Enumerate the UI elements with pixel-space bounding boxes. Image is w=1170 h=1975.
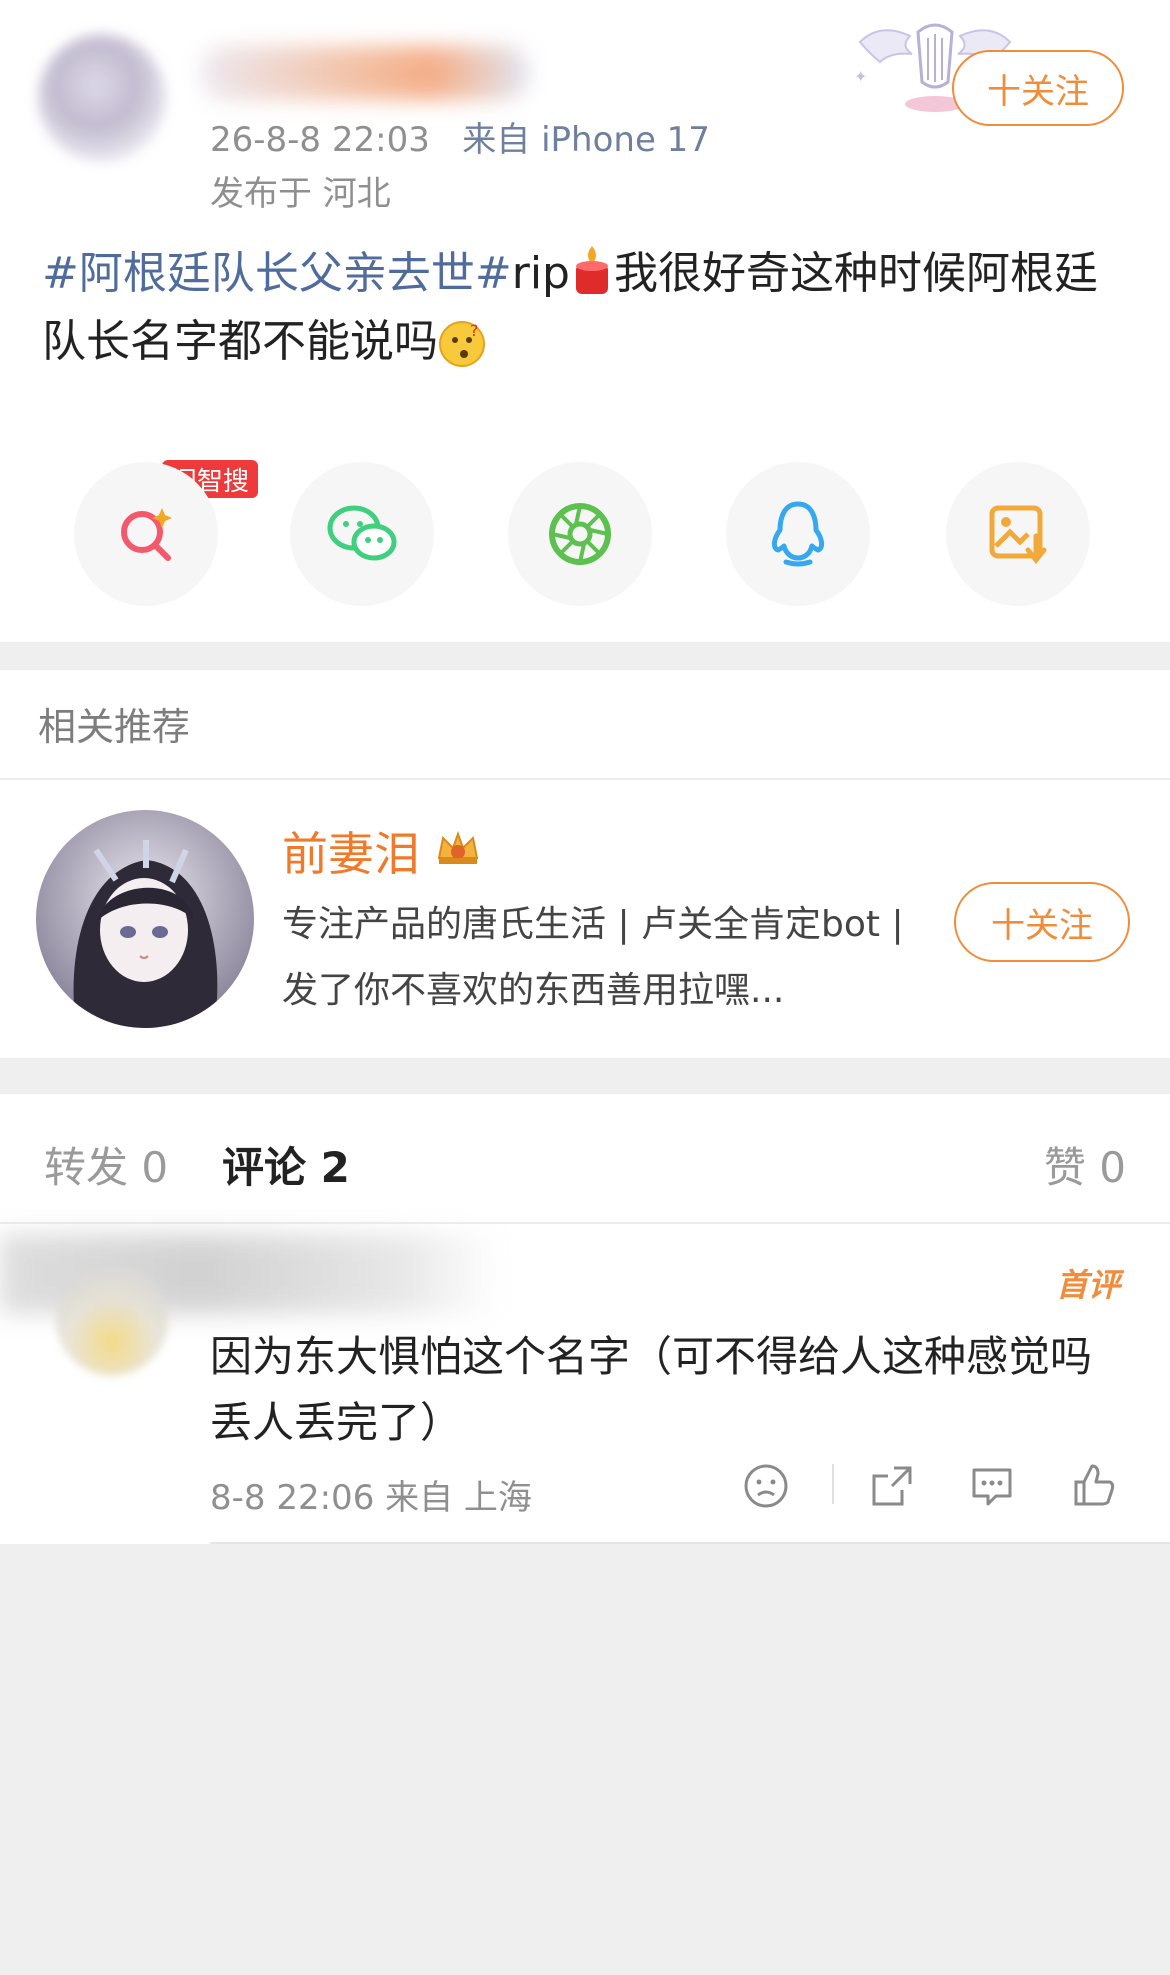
post-source: 来自 iPhone 17	[462, 120, 710, 160]
post-card: ✦ ✦ 26-8-8 22:03 来自 iPhone 17 发布于 河北 十关注…	[0, 0, 1170, 642]
recommend-name[interactable]: 前妻泪	[282, 818, 481, 884]
author-avatar[interactable]	[38, 34, 166, 162]
tab-comment[interactable]: 评论 2	[222, 1134, 350, 1195]
reply-icon[interactable]	[966, 1460, 1018, 1512]
tab-like[interactable]: 赞 0	[1044, 1134, 1126, 1195]
tag-rip: rip	[511, 248, 570, 299]
qq-icon	[771, 501, 825, 567]
wechat-icon	[327, 505, 397, 561]
candle-emoji-icon	[575, 246, 608, 294]
vip-crown-icon	[437, 831, 478, 864]
moments-share-button[interactable]	[508, 462, 652, 606]
recommend-name-text: 前妻泪	[282, 827, 420, 881]
wechat-share-button[interactable]	[290, 462, 434, 606]
qq-share-button[interactable]	[726, 462, 870, 606]
post-text: #阿根廷队长父亲去世##rip我很好奇这种时候阿根廷队长名字都不能说吗?	[42, 240, 1132, 376]
svg-text:✦: ✦	[854, 67, 867, 86]
related-recommend-section: 相关推荐 前妻泪 专注产品的唐氏生活 | 卢关全肯定bot | 发了你不喜欢的东…	[0, 670, 1170, 1058]
comment-item: 首评 因为东大惧怕这个名字（可不得给人这种感觉吗 丢人丢完了） 8-8 22:0…	[0, 1224, 1170, 1544]
comment-meta: 8-8 22:06 来自 上海	[210, 1478, 532, 1518]
comment-text: 因为东大惧怕这个名字（可不得给人这种感觉吗 丢人丢完了）	[210, 1332, 1093, 1447]
separator	[832, 1464, 834, 1504]
save-image-icon	[989, 505, 1047, 565]
share-row	[0, 462, 1170, 606]
topic-link[interactable]: #阿根廷队长父亲去世#	[42, 248, 512, 299]
svg-text:?: ?	[470, 321, 479, 340]
commenter-avatar[interactable]	[56, 1264, 168, 1376]
like-icon[interactable]	[1068, 1460, 1120, 1512]
post-time: 26-8-8 22:03	[210, 120, 430, 160]
save-image-button[interactable]	[946, 462, 1090, 606]
recommend-description: 专注产品的唐氏生活 | 卢关全肯定bot | 发了你不喜欢的东西善用拉嘿...	[282, 904, 904, 1011]
ai-search-icon	[121, 508, 172, 561]
share-icon[interactable]	[866, 1460, 918, 1512]
recommend-avatar[interactable]	[36, 810, 254, 1028]
divider	[210, 1542, 1170, 1544]
moments-icon	[549, 503, 611, 565]
confused-face-emoji-icon: ?	[439, 321, 485, 367]
tab-repost[interactable]: 转发 0	[44, 1134, 168, 1195]
post-location: 发布于 河北	[210, 174, 391, 214]
first-comment-badge: 首评	[1055, 1266, 1120, 1304]
anime-avatar-image	[36, 810, 254, 1028]
ai-search-button[interactable]	[74, 462, 218, 606]
post-meta: 26-8-8 22:03 来自 iPhone 17	[210, 112, 710, 161]
section-title: 相关推荐	[38, 705, 191, 749]
author-name[interactable]	[200, 46, 530, 100]
interaction-tabs: 转发 0 评论 2 赞 0	[0, 1094, 1170, 1222]
dislike-face-icon[interactable]	[740, 1460, 792, 1512]
divider	[0, 778, 1170, 780]
recommend-follow-button[interactable]: 十关注	[954, 882, 1130, 962]
follow-button[interactable]: 十关注	[952, 50, 1124, 126]
